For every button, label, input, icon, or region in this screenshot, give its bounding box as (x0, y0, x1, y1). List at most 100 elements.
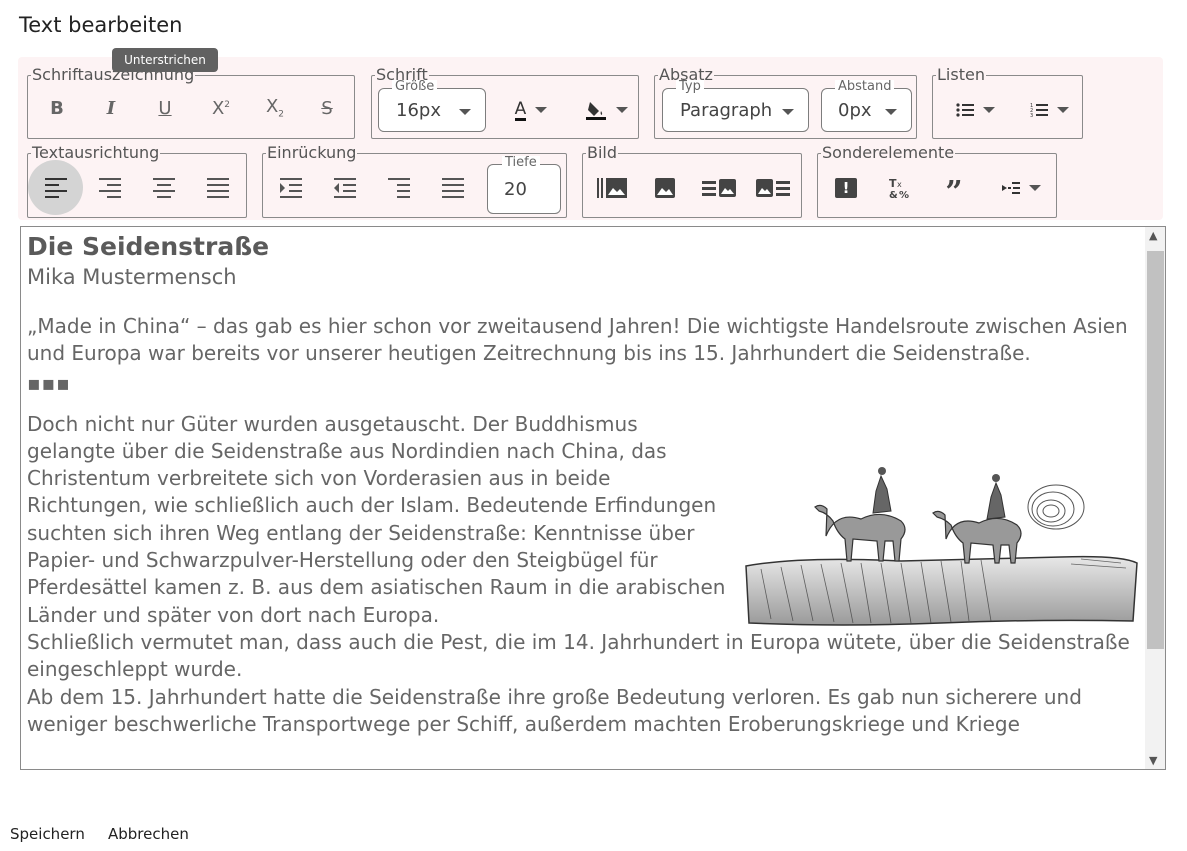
scroll-down-icon[interactable]: ▼ (1149, 754, 1157, 767)
group-label-listen: Listen (936, 65, 986, 84)
editor-scrollbar[interactable]: ▲ ▼ (1145, 227, 1165, 769)
insert-image-button[interactable] (648, 171, 682, 205)
group-label-textausrichtung: Textausrichtung (31, 143, 161, 162)
image-float-right-icon (702, 179, 736, 197)
intro-paragraph: „Made in China“ – das gab es hier schon … (27, 314, 1128, 366)
indent-depth-value: 20 (504, 178, 527, 200)
insert-indent-icon (1001, 182, 1020, 194)
insert-image-gallery-button[interactable] (594, 171, 630, 205)
image-float-right-button[interactable] (700, 171, 738, 205)
svg-text:T: T (889, 177, 897, 190)
chevron-down-icon (885, 109, 897, 115)
paragraph-spacing-value: 0px (838, 99, 872, 121)
scrollbar-thumb[interactable] (1147, 251, 1164, 649)
paint-bucket-icon (585, 99, 607, 121)
image-float-left-icon (756, 179, 790, 197)
font-size-select[interactable]: Größe 16px (378, 80, 486, 132)
page-title: Text bearbeiten (19, 13, 183, 37)
paragraph-spacing-label: Abstand (835, 80, 895, 94)
chevron-down-icon (1056, 107, 1069, 113)
align-center-button[interactable] (147, 171, 181, 205)
align-center-icon (153, 178, 175, 198)
chevron-down-icon (535, 107, 548, 113)
image-icon (655, 178, 675, 198)
hanging-indent-icon (388, 178, 410, 198)
svg-text:3: 3 (1030, 113, 1033, 118)
bold-icon: B (50, 97, 64, 119)
paragraph-type-select[interactable]: Typ Paragraph (662, 80, 809, 132)
indent-increase-icon (280, 178, 302, 198)
body-paragraph-3: Ab dem 15. Jahrhundert hatte die Seidens… (27, 684, 1082, 736)
special-characters-button[interactable]: Tx &% (883, 171, 917, 205)
quote-button[interactable]: ” (937, 171, 971, 210)
superscript-icon: X2 (211, 97, 231, 119)
chevron-down-icon (459, 109, 471, 115)
ellipsis-separator: ▪▪▪ (27, 370, 71, 395)
font-size-label: Größe (392, 80, 438, 94)
scroll-up-icon[interactable]: ▲ (1149, 229, 1157, 242)
strikethrough-icon: S (321, 97, 333, 119)
bold-button[interactable]: B (40, 91, 74, 125)
paragraph-spacing-select[interactable]: Abstand 0px (821, 80, 912, 132)
paragraph-type-value: Paragraph (680, 99, 773, 121)
strikethrough-button[interactable]: S (310, 91, 344, 125)
svg-text:%: % (899, 190, 909, 199)
align-justify-icon (207, 178, 229, 198)
group-label-einrueckung: Einrückung (266, 143, 358, 162)
save-button[interactable]: Speichern (10, 825, 85, 843)
subscript-icon: X2 (265, 96, 285, 120)
group-label-bild: Bild (586, 143, 619, 162)
block-indent-icon (442, 178, 464, 198)
paragraph-type-label: Typ (676, 80, 704, 94)
warning-box-icon: ! (835, 178, 857, 198)
align-justify-button[interactable] (201, 171, 235, 205)
image-float-left-button[interactable] (754, 171, 792, 205)
document-heading: Die Seidenstraße (27, 232, 270, 261)
align-left-button[interactable] (39, 171, 73, 205)
chevron-down-icon (1028, 185, 1041, 191)
quote-icon: ” (945, 175, 963, 210)
underline-icon: U (158, 97, 172, 119)
svg-text:&: & (889, 190, 898, 199)
warning-box-button[interactable]: ! (829, 171, 863, 205)
insert-indent-marker-button[interactable] (996, 171, 1046, 205)
chevron-down-icon (615, 107, 628, 113)
body-paragraph-1: Doch nicht nur Güter wurden ausgetauscht… (27, 411, 726, 627)
underline-button[interactable]: U (148, 91, 182, 125)
indent-depth-field[interactable]: Tiefe 20 (487, 156, 561, 214)
tooltip: Unterstrichen (112, 48, 218, 72)
font-color-button[interactable]: A (506, 93, 556, 127)
highlight-color-button[interactable] (580, 93, 632, 127)
numbered-list-button[interactable]: 123 (1024, 93, 1074, 127)
bullet-list-icon (955, 103, 974, 117)
align-left-icon (45, 178, 67, 198)
camel-caravan-image[interactable] (741, 451, 1141, 636)
group-schriftauszeichnung: Schriftauszeichnung (27, 66, 355, 139)
superscript-button[interactable]: X2 (204, 91, 238, 125)
block-indent-button[interactable] (436, 171, 470, 205)
indent-increase-button[interactable] (274, 171, 308, 205)
align-right-button[interactable] (93, 171, 127, 205)
hanging-indent-button[interactable] (382, 171, 416, 205)
chevron-down-icon (982, 107, 995, 113)
italic-button[interactable]: I (94, 91, 128, 125)
image-gallery-icon (597, 178, 627, 198)
rich-text-editor[interactable]: Die Seidenstraße Mika Mustermensch „Made… (20, 226, 1166, 770)
subscript-button[interactable]: X2 (258, 91, 292, 125)
indent-decrease-button[interactable] (328, 171, 362, 205)
indent-depth-label: Tiefe (502, 156, 540, 170)
editor-toolbar: Schriftauszeichnung B I U X2 X2 S Schrif… (18, 57, 1163, 220)
document-author: Mika Mustermensch (27, 265, 237, 289)
special-characters-icon: Tx &% (889, 177, 911, 199)
group-label-sonderelemente: Sonderelemente (821, 143, 956, 162)
font-color-icon: A (514, 98, 527, 121)
italic-icon: I (106, 97, 116, 119)
cancel-button[interactable]: Abbrechen (108, 825, 189, 843)
chevron-down-icon (782, 109, 794, 115)
bullet-list-button[interactable] (950, 93, 1000, 127)
indent-decrease-icon (334, 178, 356, 198)
font-size-value: 16px (396, 99, 441, 121)
numbered-list-icon: 123 (1030, 102, 1048, 118)
body-paragraph-2: Schließlich vermutet man, dass auch die … (27, 629, 1130, 682)
svg-text:x: x (897, 180, 902, 189)
